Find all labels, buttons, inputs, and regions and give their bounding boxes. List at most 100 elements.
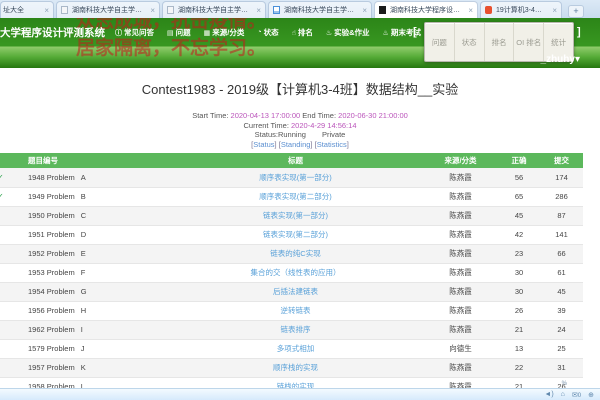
contest-links-line: [Status] [Standing] [Statistics] <box>0 140 600 150</box>
problem-title-cell: 链表实现(第一部分) <box>198 206 393 225</box>
browser-tab[interactable]: 址大全 × <box>0 1 54 18</box>
status-bar-icon[interactable]: ◄) <box>544 391 553 398</box>
title-column-header: 标题 <box>198 153 393 168</box>
accepted-count: 30 <box>498 282 540 301</box>
problem-id: 1951 Problem <box>28 230 75 239</box>
tab-strip: 址大全 × 湖南科技大学自主学习中 × 湖南科技大学自主学习中 × 湖南科技大学… <box>0 0 564 18</box>
accepted-column-header: 正确 <box>498 153 540 168</box>
quick-link[interactable]: 排名 <box>484 23 514 61</box>
problem-title-link[interactable]: 集合的交（线性表的应用） <box>251 268 341 277</box>
nav-menu-item[interactable]: ▤ 问题 <box>167 27 191 38</box>
status-bar-icon[interactable]: ⊕ <box>588 391 594 399</box>
problem-row: 1951 ProblemD 链表实现(第二部分) 陈燕霞 42 141 <box>0 225 583 244</box>
tab-title: 址大全 <box>1 5 40 15</box>
contest-link[interactable]: Status <box>253 140 274 149</box>
problem-id: 1954 Problem <box>28 287 75 296</box>
problem-letter: H <box>81 306 86 315</box>
nav-menu-item[interactable]: ◔ 状态 <box>257 27 278 38</box>
problem-source-cell: 向德生 <box>393 339 498 358</box>
problem-letter: D <box>81 230 86 239</box>
problem-title-link[interactable]: 顺序表实现(第二部分) <box>259 192 332 201</box>
browser-tab[interactable]: 湖南科技大学程序设计评 × <box>374 1 478 18</box>
submitted-count: 174 <box>540 168 583 187</box>
solved-cell <box>0 206 8 225</box>
problem-row: 1950 ProblemC 链表实现(第一部分) 陈燕霞 45 87 <box>0 206 583 225</box>
tab-close-icon[interactable]: × <box>464 6 477 15</box>
status-bar-icon[interactable]: ⌂ <box>561 391 565 398</box>
quick-link[interactable]: 问题 <box>425 23 454 61</box>
problem-id: 1948 Problem <box>28 173 75 182</box>
nav-item-label: 来源/分类 <box>212 27 244 38</box>
problem-title-cell: 链表实现(第二部分) <box>198 225 393 244</box>
nav-menu-item[interactable]: ☝ 排名 <box>292 27 313 38</box>
nav-item-icon: ▤ <box>167 29 174 37</box>
current-time-line: Current Time: 2020-4-29 14:56:14 <box>0 121 600 131</box>
problem-source-cell: 陈燕霞 <box>393 225 498 244</box>
nav-menu-item[interactable]: ⓘ 常见问答 <box>115 27 154 38</box>
new-tab-button[interactable]: + <box>568 5 584 18</box>
solved-cell <box>0 225 8 244</box>
problem-source-cell: 陈燕霞 <box>393 263 498 282</box>
contest-time-line: Start Time: 2020-04-13 17:00:00 End Time… <box>0 111 600 121</box>
nav-item-icon: ♨ <box>383 29 389 37</box>
user-menu[interactable]: _zhuhy▾ <box>541 54 580 65</box>
problem-number-cell: 1950 Problem C <box>8 206 198 225</box>
browser-tab[interactable]: 19计算机3-4班—数据结构 × <box>480 1 562 18</box>
tab-close-icon[interactable]: × <box>252 6 265 15</box>
contest-visibility: Private <box>322 130 345 139</box>
tab-close-icon[interactable]: × <box>146 6 159 15</box>
submitted-count: 39 <box>540 301 583 320</box>
nav-item-icon: ⓘ <box>115 28 122 38</box>
solved-cell: ✓ <box>0 168 8 187</box>
problem-number-cell: 1952 ProblemE <box>8 244 198 263</box>
problem-title-link[interactable]: 链表排序 <box>281 325 311 334</box>
accepted-count: 21 <box>498 320 540 339</box>
browser-tab[interactable]: 湖南科技大学自主学习中 × <box>268 1 372 18</box>
chevron-down-icon: ▾ <box>575 54 580 65</box>
problem-letter: K <box>81 363 86 372</box>
accepted-count: 45 <box>498 206 540 225</box>
tab-close-icon[interactable]: × <box>548 6 561 15</box>
solved-cell <box>0 244 8 263</box>
problem-title-link[interactable]: 顺序栈的实现 <box>273 363 318 372</box>
problem-title-link[interactable]: 后插法建链表 <box>273 287 318 296</box>
contest-status-line: Status:Running Private <box>0 130 600 140</box>
problem-row: 1956 ProblemH 逆转链表 陈燕霞 26 39 <box>0 301 583 320</box>
problem-source-cell: 陈燕霞 <box>393 282 498 301</box>
problem-title-link[interactable]: 顺序表实现(第一部分) <box>259 173 332 182</box>
contest-link[interactable]: Statistics <box>317 140 347 149</box>
accepted-count: 30 <box>498 263 540 282</box>
problems-table: 题目编号 标题 来源/分类 正确 提交 ✓ 1948 ProblemA 顺序表实… <box>0 153 583 397</box>
tab-close-icon[interactable]: × <box>40 6 53 15</box>
nav-menu-item[interactable]: ♨ 实验&作业 <box>326 27 370 38</box>
contest-link[interactable]: Standing <box>281 140 311 149</box>
nav-item-label: 排名 <box>298 27 313 38</box>
tab-title: 湖南科技大学自主学习中 <box>282 5 358 15</box>
link-bracket-close: ] <box>275 140 277 149</box>
problem-title-link[interactable]: 多项式相加 <box>277 344 315 353</box>
status-bar-icon[interactable]: ✉0 <box>572 391 581 399</box>
problem-row: 1962 ProblemI 链表排序 陈燕霞 21 24 <box>0 320 583 339</box>
tab-title: 湖南科技大学自主学习中 <box>70 5 146 15</box>
problem-title-link[interactable]: 逆转链表 <box>281 306 311 315</box>
problem-row: 1957 ProblemK 顺序栈的实现 陈燕霞 22 31 <box>0 358 583 377</box>
username: _zhuhy <box>541 54 575 65</box>
nav-menu-item[interactable]: ▦ 来源/分类 <box>204 27 245 38</box>
accepted-count: 26 <box>498 301 540 320</box>
site-brand[interactable]: 大学程序设计评测系统 <box>0 25 105 40</box>
problem-title-link[interactable]: 链表实现(第二部分) <box>263 230 328 239</box>
tab-close-icon[interactable]: × <box>358 6 371 15</box>
problem-title-link[interactable]: 链表实现(第一部分) <box>263 211 328 220</box>
submitted-count: 25 <box>540 339 583 358</box>
problem-id: 1950 Problem <box>28 211 75 220</box>
browser-tab[interactable]: 湖南科技大学自主学习中 × <box>162 1 266 18</box>
problem-number-cell: 1948 ProblemA <box>8 168 198 187</box>
problem-title-link[interactable]: 链表的纯C实现 <box>270 249 320 258</box>
problem-letter: C <box>81 211 86 220</box>
end-time-value: 2020-06-30 21:00:00 <box>338 111 408 120</box>
problem-letter: G <box>81 287 87 296</box>
quick-link[interactable]: OI 排名 <box>513 23 543 61</box>
browser-tab[interactable]: 湖南科技大学自主学习中 × <box>56 1 160 18</box>
quick-link[interactable]: 状态 <box>454 23 484 61</box>
current-time-label: Current Time: <box>243 121 288 130</box>
